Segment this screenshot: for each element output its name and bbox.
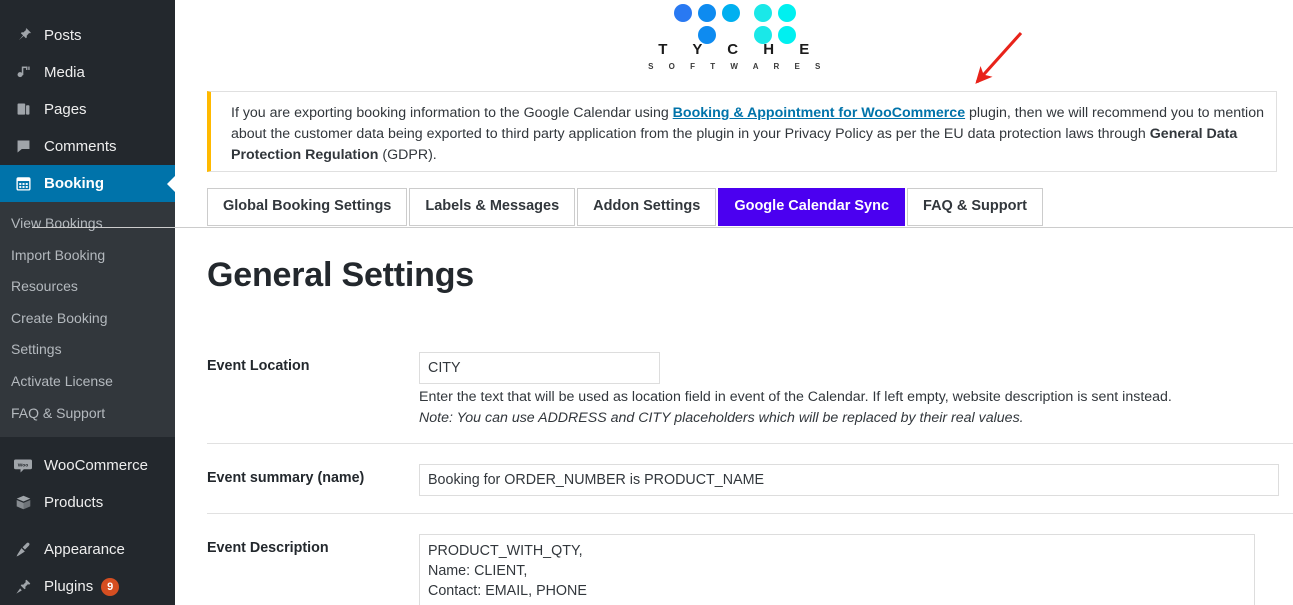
admin-sidebar: Posts Media Pages Comments Booking View … [0, 0, 175, 605]
event-location-field-wrap: Enter the text that will be used as loca… [419, 352, 1293, 429]
sidebar-primary-menu: Posts Media Pages Comments Booking [0, 0, 175, 202]
tab-global-booking-settings[interactable]: Global Booking Settings [207, 188, 408, 226]
sidebar-item-label: WooCommerce [44, 457, 148, 475]
sidebar-item-appearance[interactable]: Appearance [0, 531, 175, 568]
sidebar-item-posts[interactable]: Posts [0, 17, 175, 54]
event-summary-label: Event summary (name) [207, 470, 365, 487]
field-row-event-location: Event Location Enter the text that will … [207, 330, 1293, 429]
tab-faq-support[interactable]: FAQ & Support [907, 188, 1043, 226]
sidebar-item-label: Pages [44, 101, 87, 118]
sidebar-item-label: Booking [44, 175, 104, 192]
page-title: General Settings [207, 256, 474, 294]
sidebar-subitem-activate-license[interactable]: Activate License [0, 366, 175, 398]
booking-appointment-plugin-link[interactable]: Booking & Appointment for WooCommerce [673, 105, 965, 121]
sidebar-subitem-faq-support[interactable]: FAQ & Support [0, 398, 175, 430]
logo-dot-1 [674, 4, 692, 22]
tab-google-calendar-sync[interactable]: Google Calendar Sync [718, 188, 906, 226]
admin-screen: Posts Media Pages Comments Booking View … [0, 0, 1293, 605]
event-description-label: Event Description [207, 540, 329, 557]
logo-dot-5 [778, 4, 796, 22]
settings-tab-bar: Global Booking Settings Labels & Message… [207, 188, 1293, 226]
sidebar-subitem-settings[interactable]: Settings [0, 334, 175, 366]
media-icon [11, 63, 35, 83]
sidebar-subitem-view-bookings[interactable]: View Bookings [0, 208, 175, 240]
sidebar-item-label: Comments [44, 138, 117, 155]
event-location-label: Event Location [207, 358, 310, 374]
woocommerce-icon: Woo [11, 456, 35, 476]
logo-wordmark: T Y C H E [658, 41, 820, 58]
event-location-help-text: Enter the text that will be used as loca… [419, 389, 1172, 406]
field-row-event-summary: Event summary (name) [207, 443, 1293, 497]
calendar-icon [11, 174, 35, 194]
sidebar-divider [0, 437, 175, 447]
event-summary-field-wrap [419, 464, 1293, 497]
event-location-input[interactable] [419, 352, 660, 385]
sidebar-subitem-resources[interactable]: Resources [0, 271, 175, 303]
sidebar-item-booking[interactable]: Booking [0, 165, 175, 202]
logo-dot-6 [698, 26, 716, 44]
sidebar-item-woocommerce[interactable]: Woo WooCommerce [0, 447, 175, 484]
sidebar-item-label: Media [44, 64, 85, 81]
gdpr-notice: If you are exporting booking information… [207, 91, 1277, 172]
pages-icon [11, 100, 35, 120]
appearance-brush-icon [11, 540, 35, 560]
products-box-icon [11, 493, 35, 513]
event-location-note: Note: You can use ADDRESS and CITY place… [419, 410, 1024, 427]
logo-subtitle: S O F T W A R E S [648, 62, 827, 71]
sidebar-item-plugins[interactable]: Plugins 9 [0, 568, 175, 605]
logo-dot-3 [722, 4, 740, 22]
plugins-update-badge: 9 [101, 577, 120, 596]
event-summary-input[interactable] [419, 464, 1279, 497]
sidebar-item-products[interactable]: Products [0, 484, 175, 521]
sidebar-booking-submenu: View Bookings Import Booking Resources C… [0, 202, 175, 438]
sidebar-item-label: Plugins [44, 578, 94, 596]
tyche-softwares-logo: T Y C H E S O F T W A R E S [175, 4, 1293, 71]
general-settings-form: Event Location Enter the text that will … [207, 330, 1293, 605]
logo-dot-2 [698, 4, 716, 22]
tab-addon-settings[interactable]: Addon Settings [577, 188, 717, 226]
tab-bar-underline [32, 227, 1293, 228]
svg-text:Woo: Woo [18, 462, 29, 468]
sidebar-item-label: Posts [44, 27, 82, 44]
sidebar-item-comments[interactable]: Comments [0, 128, 175, 165]
field-row-event-description: Event Description [207, 513, 1293, 605]
event-location-description: Enter the text that will be used as loca… [419, 387, 1293, 429]
sidebar-divider-2 [0, 521, 175, 531]
plugins-plug-icon [11, 577, 35, 597]
sidebar-secondary-menu: Woo WooCommerce Products Appearance Plug… [0, 447, 175, 605]
sidebar-item-pages[interactable]: Pages [0, 91, 175, 128]
sidebar-subitem-create-booking[interactable]: Create Booking [0, 303, 175, 335]
notice-text-tail: (GDPR). [378, 147, 437, 163]
tab-labels-messages[interactable]: Labels & Messages [409, 188, 576, 226]
sidebar-item-label: Products [44, 494, 104, 512]
comments-icon [11, 137, 35, 157]
logo-dot-8 [778, 26, 796, 44]
main-content: T Y C H E S O F T W A R E S If you are e… [175, 0, 1293, 605]
event-description-field-wrap [419, 534, 1293, 605]
logo-dot-4 [754, 4, 772, 22]
sidebar-item-label: Appearance [44, 541, 125, 559]
sidebar-item-media[interactable]: Media [0, 54, 175, 91]
notice-text-lead: If you are exporting booking information… [231, 105, 673, 121]
logo-dot-cluster [674, 4, 796, 44]
pin-icon [11, 26, 35, 46]
logo-dot-7 [754, 26, 772, 44]
event-description-textarea[interactable] [419, 534, 1255, 605]
gdpr-notice-text: If you are exporting booking information… [231, 103, 1264, 166]
sidebar-subitem-import-booking[interactable]: Import Booking [0, 240, 175, 272]
